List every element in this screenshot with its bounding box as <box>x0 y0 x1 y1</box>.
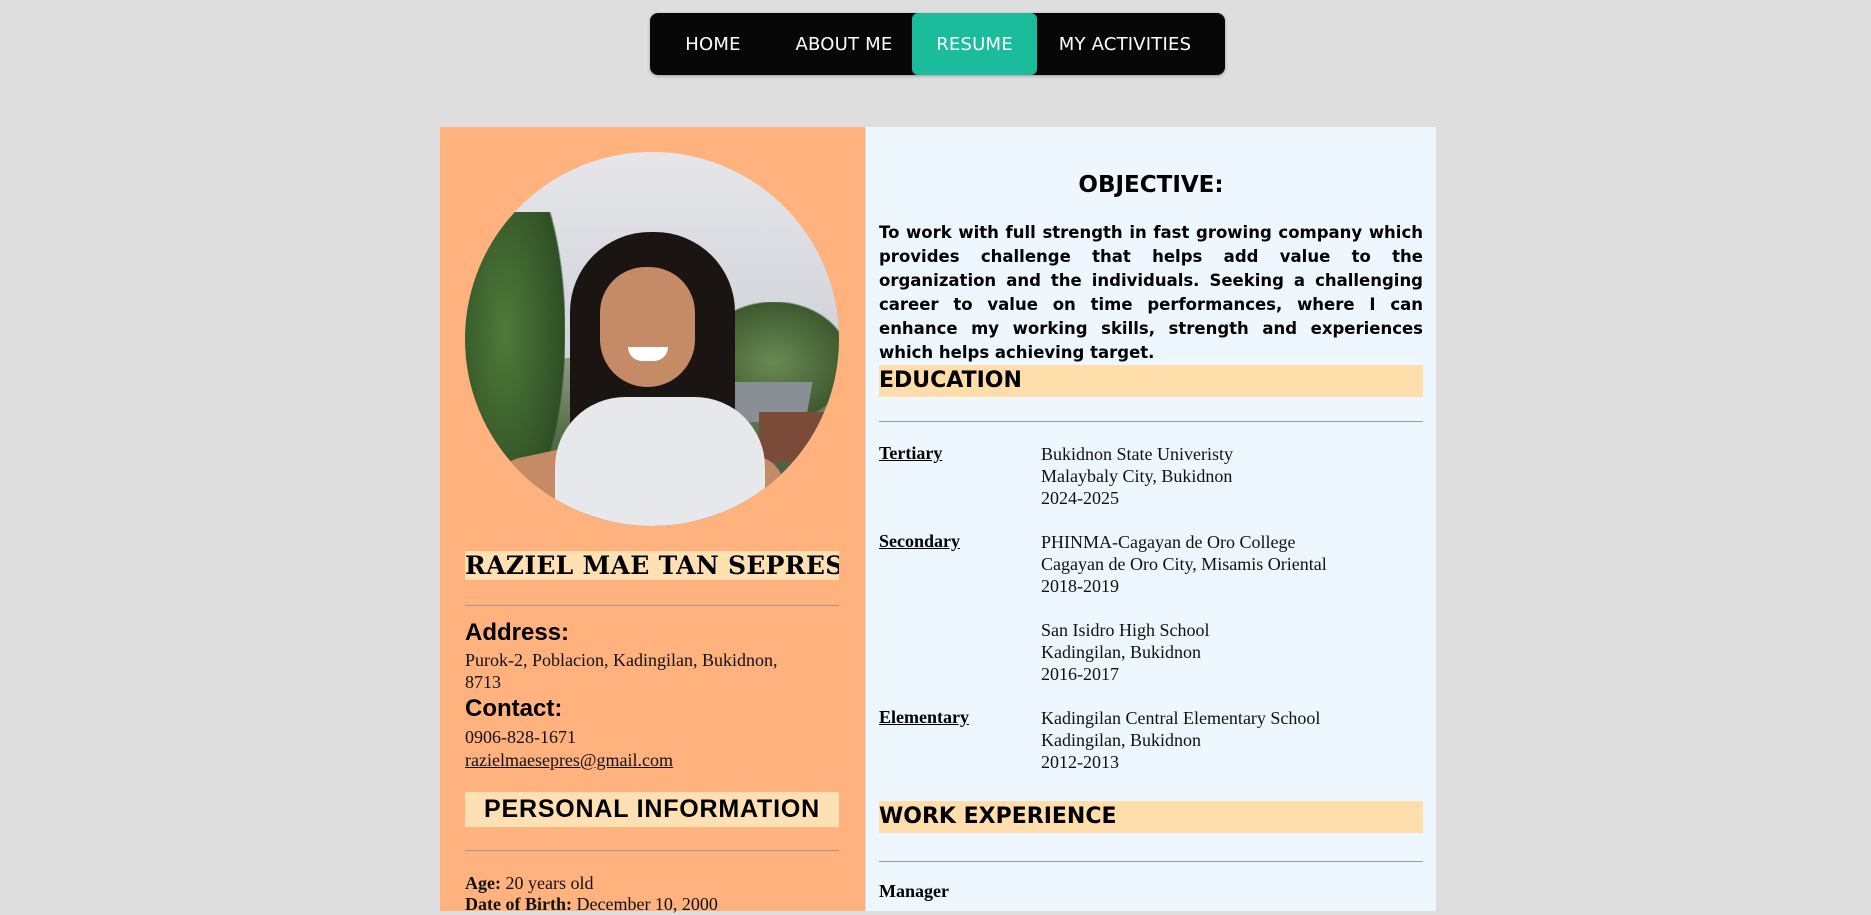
elementary-years: 2012-2013 <box>1041 752 1119 772</box>
nav-home[interactable]: HOME <box>650 13 776 75</box>
nav-my-activities[interactable]: MY ACTIVITIES <box>1037 13 1213 75</box>
secondary2-place: Kadingilan, Bukidnon <box>1041 642 1201 662</box>
elementary-label: Elementary <box>879 707 969 727</box>
divider <box>879 421 1423 422</box>
phone-number: 0906-828-1671 <box>465 727 576 747</box>
address-text: Purok-2, Poblacion, Kadingilan, Bukidnon… <box>465 650 778 692</box>
secondary-years: 2018-2019 <box>1041 576 1119 596</box>
work-experience-heading: WORK EXPERIENCE <box>879 801 1423 833</box>
secondary2-years: 2016-2017 <box>1041 664 1119 684</box>
secondary-school: PHINMA-Cagayan de Oro College <box>1041 532 1296 552</box>
address-heading: Address: <box>465 619 570 646</box>
education-heading: EDUCATION <box>879 365 1423 397</box>
objective-text: To work with full strength in fast growi… <box>879 223 1423 362</box>
main-nav: HOME ABOUT ME RESUME MY ACTIVITIES <box>650 13 1225 75</box>
tertiary-label: Tertiary <box>879 443 943 463</box>
age-value: 20 years old <box>505 873 594 893</box>
divider <box>465 605 839 606</box>
tertiary-place: Malaybaly City, Bukidnon <box>1041 466 1233 486</box>
divider <box>465 850 839 851</box>
secondary2-school: San Isidro High School <box>1041 620 1210 640</box>
personal-info-heading: PERSONAL INFORMATION <box>465 792 839 827</box>
profile-name: RAZIEL MAE TAN SEPRES <box>465 551 839 580</box>
profile-photo <box>465 152 839 526</box>
secondary-label: Secondary <box>879 531 960 551</box>
tertiary-school: Bukidnon State Univeristy <box>1041 444 1233 464</box>
secondary-place: Cagayan de Oro City, Misamis Oriental <box>1041 554 1327 574</box>
dob-line: Date of Birth: December 10, 2000 <box>465 893 718 915</box>
age-label: Age: <box>465 873 501 893</box>
nav-about-me[interactable]: ABOUT ME <box>776 13 912 75</box>
objective-heading: OBJECTIVE: <box>1078 172 1224 198</box>
email-link[interactable]: razielmaesepres@gmail.com <box>465 750 673 770</box>
dob-value: December 10, 2000 <box>576 894 718 914</box>
divider <box>879 861 1423 862</box>
dob-label: Date of Birth: <box>465 894 572 914</box>
resume-content-panel: OBJECTIVE: To work with full strength in… <box>866 127 1436 911</box>
tertiary-years: 2024-2025 <box>1041 488 1119 508</box>
elementary-place: Kadingilan, Bukidnon <box>1041 730 1201 750</box>
profile-panel: RAZIEL MAE TAN SEPRES Address: Purok-2, … <box>440 127 865 914</box>
nav-resume[interactable]: RESUME <box>912 13 1037 75</box>
job-title: Manager <box>879 881 949 901</box>
age-line: Age: 20 years old <box>465 872 593 894</box>
contact-heading: Contact: <box>465 695 563 722</box>
elementary-school: Kadingilan Central Elementary School <box>1041 708 1321 728</box>
